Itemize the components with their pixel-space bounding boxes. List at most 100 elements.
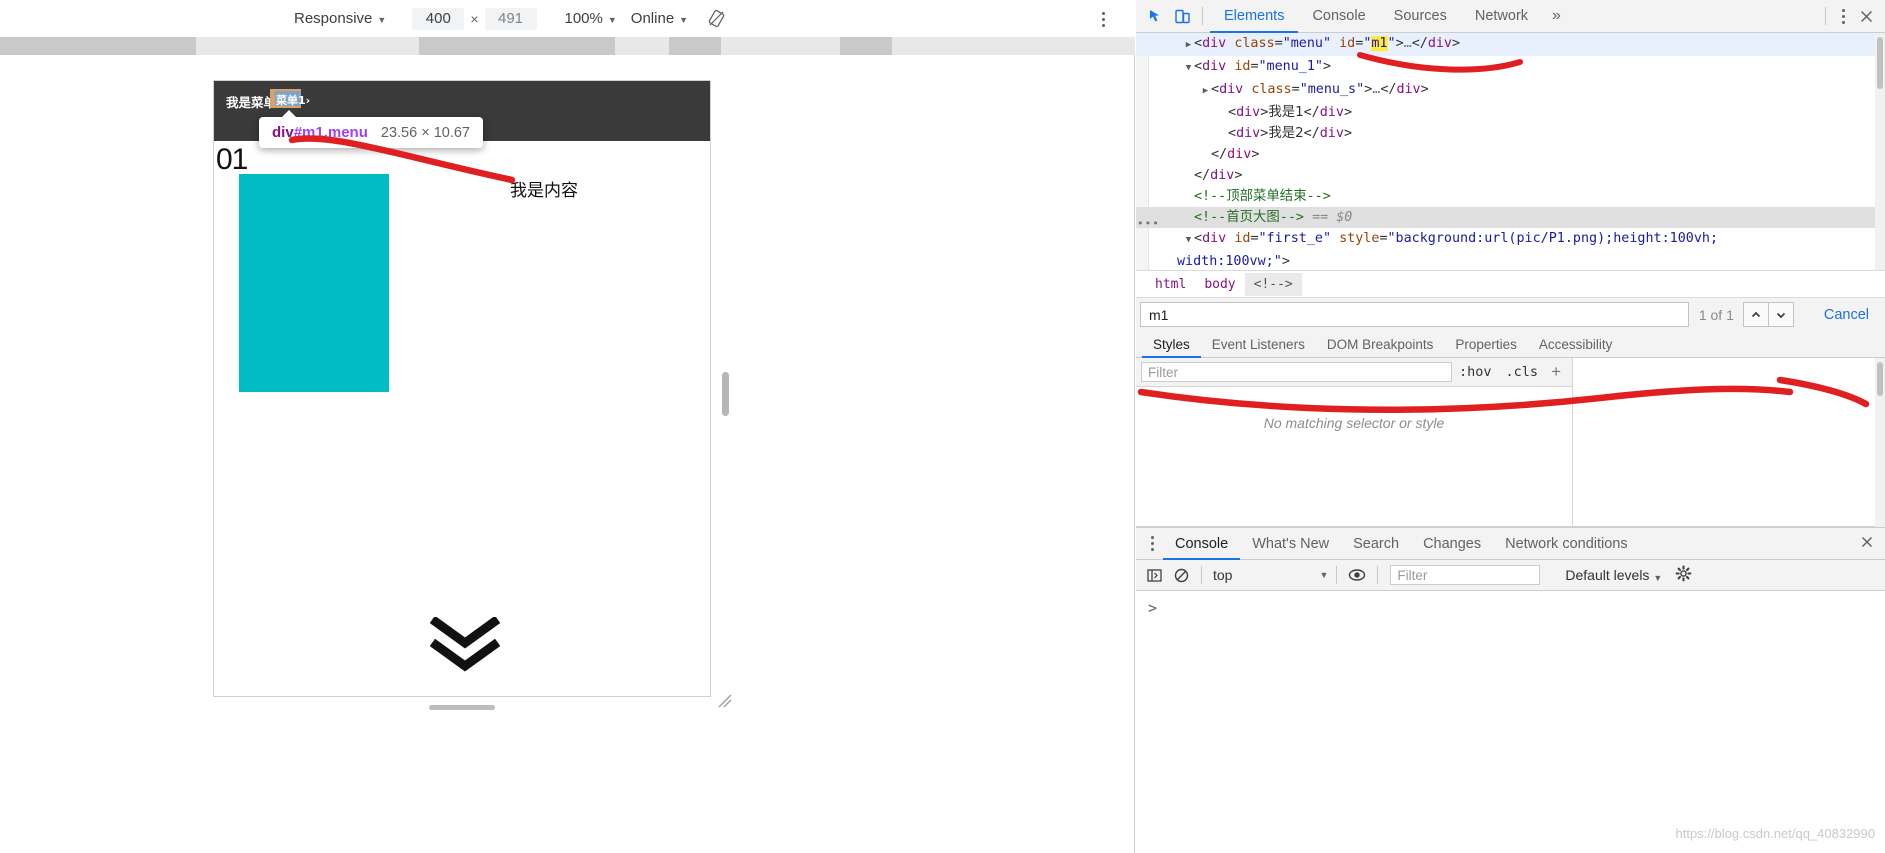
twisty-expanded-icon[interactable]: ▼ xyxy=(1183,230,1194,251)
drawer-tab-search[interactable]: Search xyxy=(1341,527,1411,560)
styles-filter-input[interactable]: Filter xyxy=(1141,362,1453,382)
dom-token-attr: class xyxy=(1234,36,1275,51)
chevron-up-icon[interactable] xyxy=(1742,302,1769,327)
dom-tree[interactable]: ▶ <div class="menu" id="m1">…</div> ▼ <div … xyxy=(1136,33,1885,270)
tab-styles[interactable]: Styles xyxy=(1142,331,1201,358)
console-settings-icon[interactable] xyxy=(1675,565,1692,585)
tooltip-tag: div xyxy=(272,124,294,141)
clear-console-icon[interactable] xyxy=(1169,563,1193,587)
drawer-tab-bar: Console What's New Search Changes Networ… xyxy=(1136,527,1885,560)
dom-node[interactable]: ••• <!--首页大图--> == $0 xyxy=(1136,207,1885,230)
dom-node[interactable]: <div>我是1</div> xyxy=(1136,102,1885,123)
dom-tree-scrollbar[interactable] xyxy=(1875,33,1885,270)
drawer-more-icon[interactable] xyxy=(1141,533,1163,555)
add-new-style-rule-icon[interactable]: + xyxy=(1545,362,1567,382)
dom-token-punct: > xyxy=(1343,105,1352,120)
page-viewport[interactable]: 我是菜单 菜单1› div#m1.menu 23.56 × 10.67 01 我… xyxy=(213,80,711,697)
customize-devtools-icon[interactable] xyxy=(1833,5,1853,27)
device-selector-label: Responsive xyxy=(294,10,373,27)
dom-token-tag: div xyxy=(1319,126,1344,141)
tab-elements[interactable]: Elements xyxy=(1210,0,1298,33)
element-classes-button[interactable]: .cls xyxy=(1499,364,1546,380)
toolbar-divider xyxy=(1825,7,1826,25)
drawer-tab-changes[interactable]: Changes xyxy=(1411,527,1493,560)
viewport-height-input[interactable]: 491 xyxy=(484,7,537,30)
dom-token-tag: div xyxy=(1202,59,1227,74)
console-sidebar-icon[interactable] xyxy=(1142,563,1166,587)
close-devtools-icon[interactable] xyxy=(1853,3,1879,29)
styles-filter-row: Filter :hov .cls + xyxy=(1136,358,1572,387)
viewport-scrollbar-thumb[interactable] xyxy=(722,372,729,416)
menu-item-1-label[interactable]: 菜单1› xyxy=(276,92,310,108)
viewport-width-input[interactable]: 400 xyxy=(412,7,465,30)
dom-token-attr: class xyxy=(1251,82,1292,97)
dom-token-cn: 我是1 xyxy=(1268,105,1304,120)
console-levels-selector[interactable]: Default levels ▼ xyxy=(1565,567,1662,583)
dom-token-punct xyxy=(1304,210,1312,225)
live-expression-icon[interactable] xyxy=(1345,563,1369,587)
console-context-selector[interactable]: top xyxy=(1210,567,1232,583)
dom-token-punct: = xyxy=(1291,82,1300,97)
twisty-expanded-icon[interactable]: ▼ xyxy=(1183,58,1194,79)
breadcrumb-item-html[interactable]: html xyxy=(1146,273,1195,296)
tab-accessibility[interactable]: Accessibility xyxy=(1528,331,1624,358)
breadcrumb-item-comment[interactable]: <!--> xyxy=(1244,272,1302,296)
console-filter-input[interactable]: Filter xyxy=(1390,565,1541,585)
dom-node[interactable]: ▶ <div class="menu" id="m1">…</div> xyxy=(1136,33,1885,56)
dom-node[interactable]: ▼ <div id="menu_1"> xyxy=(1136,56,1885,79)
drawer-tab-console[interactable]: Console xyxy=(1163,527,1240,560)
close-drawer-icon[interactable] xyxy=(1849,534,1885,554)
drawer-tab-network-conditions[interactable]: Network conditions xyxy=(1493,527,1640,560)
tab-sources[interactable]: Sources xyxy=(1380,0,1461,33)
dom-token-punct: > xyxy=(1420,82,1429,97)
dom-token-punct: > xyxy=(1395,36,1404,51)
dom-token-val: " xyxy=(1387,36,1396,51)
toggle-hover-state-button[interactable]: :hov xyxy=(1452,364,1499,380)
drawer-tab-whats-new[interactable]: What's New xyxy=(1240,527,1341,560)
inspect-element-icon[interactable] xyxy=(1143,3,1169,29)
more-tabs-icon[interactable]: » xyxy=(1542,7,1571,25)
dom-token-attr: id xyxy=(1234,59,1251,74)
viewport-resize-handle-bottom[interactable] xyxy=(429,705,495,710)
twisty-collapsed-icon[interactable]: ▶ xyxy=(1200,81,1211,102)
tab-network[interactable]: Network xyxy=(1461,0,1542,33)
dom-token-punct: < xyxy=(1228,105,1237,120)
dom-node[interactable]: <!--顶部菜单结束--> xyxy=(1136,186,1885,207)
styles-pane-scrollbar[interactable] xyxy=(1875,358,1885,527)
device-selector[interactable]: Responsive ▼ xyxy=(294,10,386,27)
dom-token-attr: id xyxy=(1234,231,1251,246)
console-output[interactable]: > xyxy=(1136,591,1885,853)
dom-node[interactable]: <div>我是2</div> xyxy=(1136,123,1885,144)
throttling-selector[interactable]: Online ▼ xyxy=(631,10,688,27)
dom-node[interactable]: ▶ <div class="menu_s">…</div> xyxy=(1136,79,1885,102)
dom-node[interactable]: </div> xyxy=(1136,165,1885,186)
tab-properties[interactable]: Properties xyxy=(1444,331,1528,358)
search-cancel-button[interactable]: Cancel xyxy=(1812,307,1881,323)
chevron-double-down-icon[interactable] xyxy=(429,615,501,673)
chevron-down-icon[interactable] xyxy=(1767,302,1794,327)
viewport-resize-corner[interactable] xyxy=(718,694,732,708)
viewport-ruler xyxy=(0,37,1135,55)
console-toolbar: top ▼ Filter Default levels ▼ xyxy=(1136,560,1885,591)
tab-dom-breakpoints[interactable]: DOM Breakpoints xyxy=(1316,331,1445,358)
toggle-device-toolbar-icon[interactable] xyxy=(1169,3,1195,29)
chevron-down-icon: ▼ xyxy=(1653,573,1663,583)
dom-node[interactable]: </div> xyxy=(1136,144,1885,165)
dom-token-punct: </ xyxy=(1303,105,1320,120)
device-emulation-pane: Responsive ▼ 400 × 491 100% ▼ Online ▼ 我… xyxy=(0,0,1135,853)
console-prompt[interactable]: > xyxy=(1136,591,1885,617)
tab-console[interactable]: Console xyxy=(1298,0,1379,33)
device-toolbar-more-icon[interactable] xyxy=(1093,8,1113,30)
dom-token-punct: > xyxy=(1452,36,1461,51)
chevron-down-icon[interactable]: ▼ xyxy=(1319,570,1328,580)
twisty-collapsed-icon[interactable]: ▶ xyxy=(1183,35,1194,56)
search-input[interactable]: m1 xyxy=(1140,302,1689,327)
tab-event-listeners[interactable]: Event Listeners xyxy=(1201,331,1316,358)
dom-node[interactable]: width:100vw;"> xyxy=(1136,251,1885,270)
dom-token-cmt: <!--顶部菜单结束--> xyxy=(1194,189,1331,204)
breadcrumb-item-body[interactable]: body xyxy=(1195,273,1244,296)
dom-node[interactable]: ▼ <div id="first_e" style="background:url… xyxy=(1136,228,1885,251)
rotate-device-icon[interactable] xyxy=(704,7,728,31)
zoom-selector[interactable]: 100% ▼ xyxy=(565,10,617,27)
dom-token-tag: div xyxy=(1319,105,1344,120)
